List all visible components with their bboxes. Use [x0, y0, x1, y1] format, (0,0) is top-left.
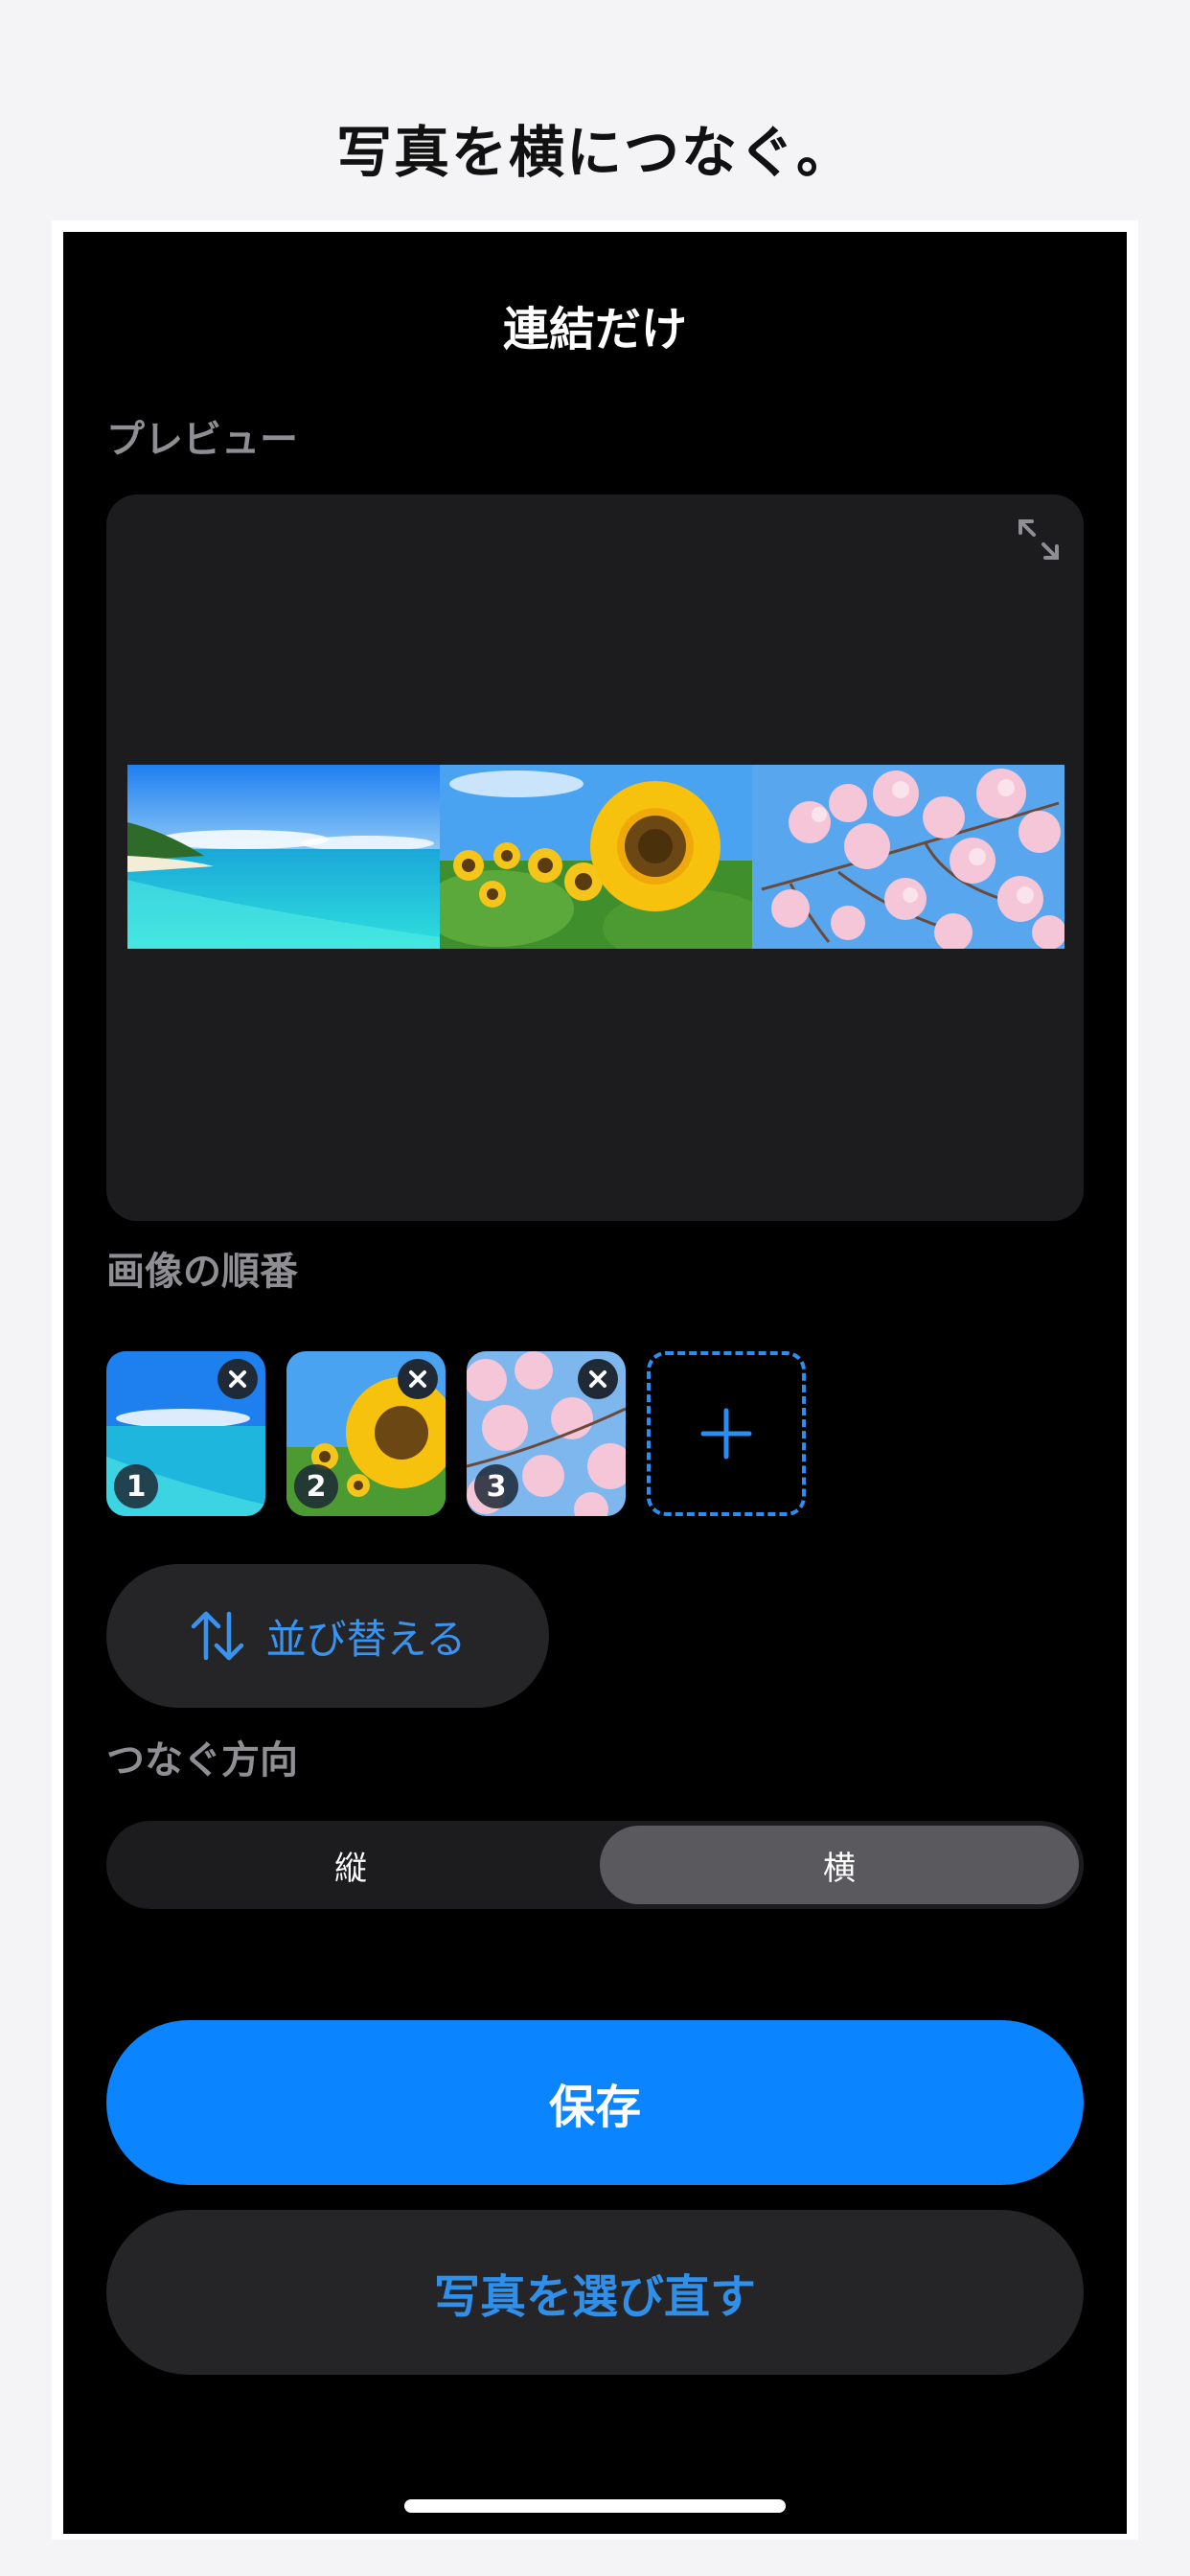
preview-photo-sunflowers	[440, 765, 752, 949]
direction-option-horizontal[interactable]: 横	[600, 1826, 1079, 1904]
close-icon	[589, 1370, 606, 1388]
thumbnail-order-badge: 2	[294, 1464, 338, 1508]
reselect-photos-button[interactable]: 写真を選び直す	[106, 2210, 1084, 2375]
remove-thumbnail-3-button[interactable]	[578, 1359, 618, 1399]
stitched-preview-image	[127, 765, 1064, 949]
home-indicator	[404, 2499, 786, 2513]
thumbnail-order-badge: 1	[114, 1464, 158, 1508]
direction-segmented-control: 縦 横	[106, 1821, 1084, 1909]
thumbnail-row: 1 2 3	[106, 1351, 873, 1520]
save-button[interactable]: 保存	[106, 2020, 1084, 2185]
screen-title: 連結だけ	[502, 303, 687, 356]
direction-option-vertical[interactable]: 縦	[111, 1826, 590, 1904]
app-screen: 連結だけ プレビュー 画像の順番 1 2 3 並び替える つなぐ方向 縦 横 保…	[63, 232, 1127, 2534]
thumbnail-item[interactable]: 3	[467, 1351, 626, 1516]
page-headline: 写真を横につなぐ。	[335, 120, 854, 185]
close-icon	[409, 1370, 426, 1388]
thumbnail-order-badge: 3	[474, 1464, 518, 1508]
preview-card	[106, 494, 1084, 1221]
preview-photo-cherry-blossoms	[752, 765, 1064, 949]
preview-section-label: プレビュー	[106, 418, 298, 462]
close-icon	[229, 1370, 246, 1388]
plus-icon	[700, 1408, 752, 1460]
thumbnail-item[interactable]: 1	[106, 1351, 265, 1516]
order-section-label: 画像の順番	[106, 1250, 298, 1294]
reorder-button[interactable]: 並び替える	[106, 1564, 549, 1708]
remove-thumbnail-1-button[interactable]	[217, 1359, 258, 1399]
direction-section-label: つなぐ方向	[106, 1738, 298, 1782]
expand-icon[interactable]	[1015, 516, 1063, 564]
add-image-button[interactable]	[647, 1351, 806, 1516]
remove-thumbnail-2-button[interactable]	[398, 1359, 438, 1399]
thumbnail-item[interactable]: 2	[286, 1351, 446, 1516]
reorder-button-label: 並び替える	[265, 1615, 467, 1663]
swap-vertical-icon	[191, 1611, 243, 1661]
preview-photo-beach	[127, 765, 440, 949]
